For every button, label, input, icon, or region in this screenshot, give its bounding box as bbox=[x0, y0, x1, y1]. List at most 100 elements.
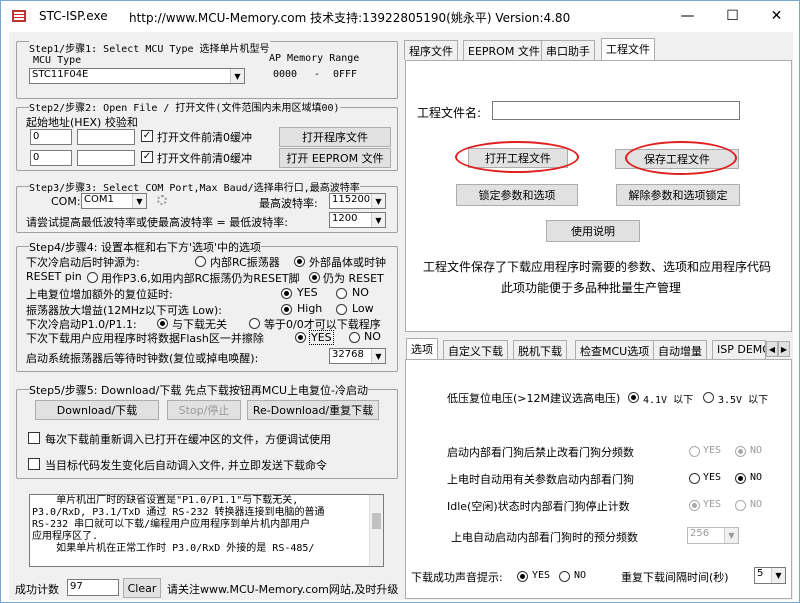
min-baud-label: 请尝试提高最低波特率或使最高波特率 = 最低波特率: bbox=[26, 216, 288, 229]
maximize-button[interactable]: ☐ bbox=[710, 1, 755, 31]
wdt-idle-label: Idle(空闲)状态时内部看门狗停止计数 bbox=[447, 500, 630, 513]
minimize-button[interactable]: — bbox=[665, 1, 710, 31]
tab-project-file[interactable]: 工程文件 bbox=[601, 38, 655, 60]
tab-auto-increment[interactable]: 自动增量 bbox=[653, 340, 707, 360]
wdt-poweron-no-radio[interactable] bbox=[735, 473, 746, 484]
close-button[interactable]: ✕ bbox=[754, 1, 799, 31]
tab-scroll-right-button[interactable]: ▶ bbox=[778, 341, 790, 357]
success-count-input[interactable]: 97 bbox=[67, 579, 119, 596]
redownload-button[interactable]: Re-Download/重复下载 bbox=[247, 400, 379, 420]
erase-flash-yes-radio[interactable] bbox=[295, 332, 306, 343]
erase-flash-yes-label: YES bbox=[309, 330, 334, 345]
retry-interval-select[interactable]: 5 ▼ bbox=[754, 567, 786, 584]
message-line: 应用程序区了. bbox=[32, 531, 99, 542]
erase-flash-no-radio[interactable] bbox=[349, 332, 360, 343]
download-sound-no-label: NO bbox=[574, 570, 587, 581]
chevron-down-icon: ▼ bbox=[371, 349, 385, 363]
checksum-input-2[interactable] bbox=[77, 150, 135, 166]
max-baud-value: 115200 bbox=[332, 194, 371, 205]
com-port-value: COM1 bbox=[84, 194, 114, 205]
clear-buffer-checkbox-1[interactable]: ✓ bbox=[141, 130, 153, 142]
low-volt-35-radio[interactable] bbox=[703, 392, 714, 403]
clock-internal-rc-radio[interactable] bbox=[195, 256, 206, 267]
open-eeprom-file-button[interactable]: 打开 EEPROM 文件 bbox=[279, 148, 391, 168]
range-dash: - bbox=[314, 69, 321, 80]
wdt-prescale-select[interactable]: 256 ▼ bbox=[687, 527, 739, 544]
wdt-lock-yes-label: YES bbox=[703, 445, 722, 456]
wdt-lock-no-radio[interactable] bbox=[735, 446, 746, 457]
message-scrollbar[interactable] bbox=[369, 495, 383, 566]
tab-offline-download[interactable]: 脱机下载 bbox=[513, 340, 567, 360]
scroll-thumb[interactable] bbox=[372, 513, 381, 529]
tab-scroll-left-button[interactable]: ◀ bbox=[766, 341, 778, 357]
title-bar[interactable]: STC-ISP.exe http://www.MCU-Memory.com 技术… bbox=[1, 1, 799, 31]
osc-gain-high-label: High bbox=[297, 302, 323, 315]
tab-options[interactable]: 选项 bbox=[406, 338, 438, 360]
tab-isp-demo[interactable]: ISP DEMO bbox=[712, 340, 766, 360]
max-baud-select[interactable]: 115200 ▼ bbox=[329, 193, 386, 209]
clear-button[interactable]: Clear bbox=[123, 578, 161, 598]
osc-gain-high-radio[interactable] bbox=[281, 304, 292, 315]
step5-title: Step5/步骤5: Download/下载 先点下载按钮再MCU上电复位-冷启… bbox=[29, 382, 369, 398]
reset-as-p36-radio[interactable] bbox=[87, 272, 98, 283]
notice-text: 请关注www.MCU-Memory.com网站,及时升级 bbox=[167, 583, 399, 596]
clear-buffer-checkbox-2[interactable]: ✓ bbox=[141, 151, 153, 163]
checksum-input-1[interactable] bbox=[77, 129, 135, 145]
wdt-poweron-yes-radio[interactable] bbox=[689, 473, 700, 484]
mcu-type-select[interactable]: STC11F04E ▼ bbox=[29, 68, 245, 84]
reset-remain-radio[interactable] bbox=[309, 272, 320, 283]
unlock-params-button[interactable]: 解除参数和选项锁定 bbox=[616, 184, 740, 206]
auto-reload-checkbox[interactable] bbox=[28, 458, 40, 470]
tab-check-mcu[interactable]: 检查MCU选项 bbox=[575, 340, 655, 360]
message-box[interactable]: 单片机出厂时的缺省设置是"P1.0/P1.1"与下载无关, P3.0/RxD, … bbox=[29, 494, 384, 567]
min-baud-select[interactable]: 1200 ▼ bbox=[329, 212, 386, 228]
open-program-file-button[interactable]: 打开程序文件 bbox=[279, 127, 391, 147]
wdt-idle-yes-radio[interactable] bbox=[689, 500, 700, 511]
download-sound-no-radio[interactable] bbox=[559, 571, 570, 582]
reset-delay-no-radio[interactable] bbox=[336, 288, 347, 299]
wdt-prescale-value: 256 bbox=[690, 528, 710, 539]
chevron-down-icon: ▼ bbox=[771, 568, 785, 583]
wdt-lock-prescale-label: 启动内部看门狗后禁止改看门狗分频数 bbox=[447, 446, 634, 459]
erase-flash-label: 下次下载用户应用程序时将数据Flash区一并擦除 bbox=[26, 332, 264, 345]
help-button[interactable]: 使用说明 bbox=[546, 220, 640, 242]
osc-gain-low-label: Low bbox=[352, 302, 374, 315]
reset-delay-label: 上电复位增加额外的复位延时: bbox=[26, 288, 173, 301]
osc-gain-low-radio[interactable] bbox=[336, 304, 347, 315]
download-button[interactable]: Download/下载 bbox=[35, 400, 159, 420]
reset-as-p36-label: 用作P3.6,如用内部RC振荡仍为RESET脚 bbox=[101, 272, 300, 285]
p10-zero-radio[interactable] bbox=[249, 318, 260, 329]
tab-program-file[interactable]: 程序文件 bbox=[404, 40, 458, 60]
tab-custom-download[interactable]: 自定义下载 bbox=[443, 340, 508, 360]
lock-params-button[interactable]: 锁定参数和选项 bbox=[456, 184, 578, 206]
stop-button[interactable]: Stop/停止 bbox=[167, 400, 241, 420]
clock-internal-rc-label: 内部RC振荡器 bbox=[210, 256, 280, 269]
start-address-input-2[interactable]: 0 bbox=[30, 150, 72, 166]
wdt-idle-yes-label: YES bbox=[703, 499, 722, 510]
reset-remain-label: 仍为 RESET bbox=[323, 272, 384, 285]
tab-serial-assistant[interactable]: 串口助手 bbox=[541, 40, 595, 60]
chevron-down-icon: ▼ bbox=[371, 194, 385, 208]
wdt-lock-yes-radio[interactable] bbox=[689, 446, 700, 457]
project-name-input[interactable] bbox=[492, 101, 740, 120]
low-volt-41-radio[interactable] bbox=[628, 392, 639, 403]
highlight-circle bbox=[455, 141, 579, 173]
wdt-idle-no-radio[interactable] bbox=[735, 500, 746, 511]
tab-eeprom-file[interactable]: EEPROM 文件 bbox=[463, 40, 545, 60]
com-port-select[interactable]: COM1 ▼ bbox=[81, 193, 147, 209]
download-sound-yes-radio[interactable] bbox=[517, 571, 528, 582]
auto-reload-label: 当目标代码发生变化后自动调入文件, 并立即发送下载命令 bbox=[45, 459, 327, 472]
low-volt-reset-label: 低压复位电压(>12M建议选高电压) bbox=[447, 392, 621, 405]
retry-interval-label: 重复下载间隔时间(秒) bbox=[621, 571, 729, 584]
clock-external-label: 外部晶体或时钟 bbox=[309, 256, 386, 269]
p10-independent-radio[interactable] bbox=[157, 318, 168, 329]
reset-delay-no-label: NO bbox=[352, 286, 369, 299]
reload-buffer-checkbox[interactable] bbox=[28, 432, 40, 444]
chevron-down-icon: ▼ bbox=[724, 528, 738, 543]
reset-delay-yes-radio[interactable] bbox=[281, 288, 292, 299]
min-baud-value: 1200 bbox=[332, 213, 358, 224]
start-address-input-1[interactable]: 0 bbox=[30, 129, 72, 145]
client-area: Step1/步骤1: Select MCU Type 选择单片机型号 MCU T… bbox=[9, 32, 793, 600]
clock-external-radio[interactable] bbox=[294, 256, 305, 267]
osc-wait-select[interactable]: 32768 ▼ bbox=[329, 348, 386, 364]
